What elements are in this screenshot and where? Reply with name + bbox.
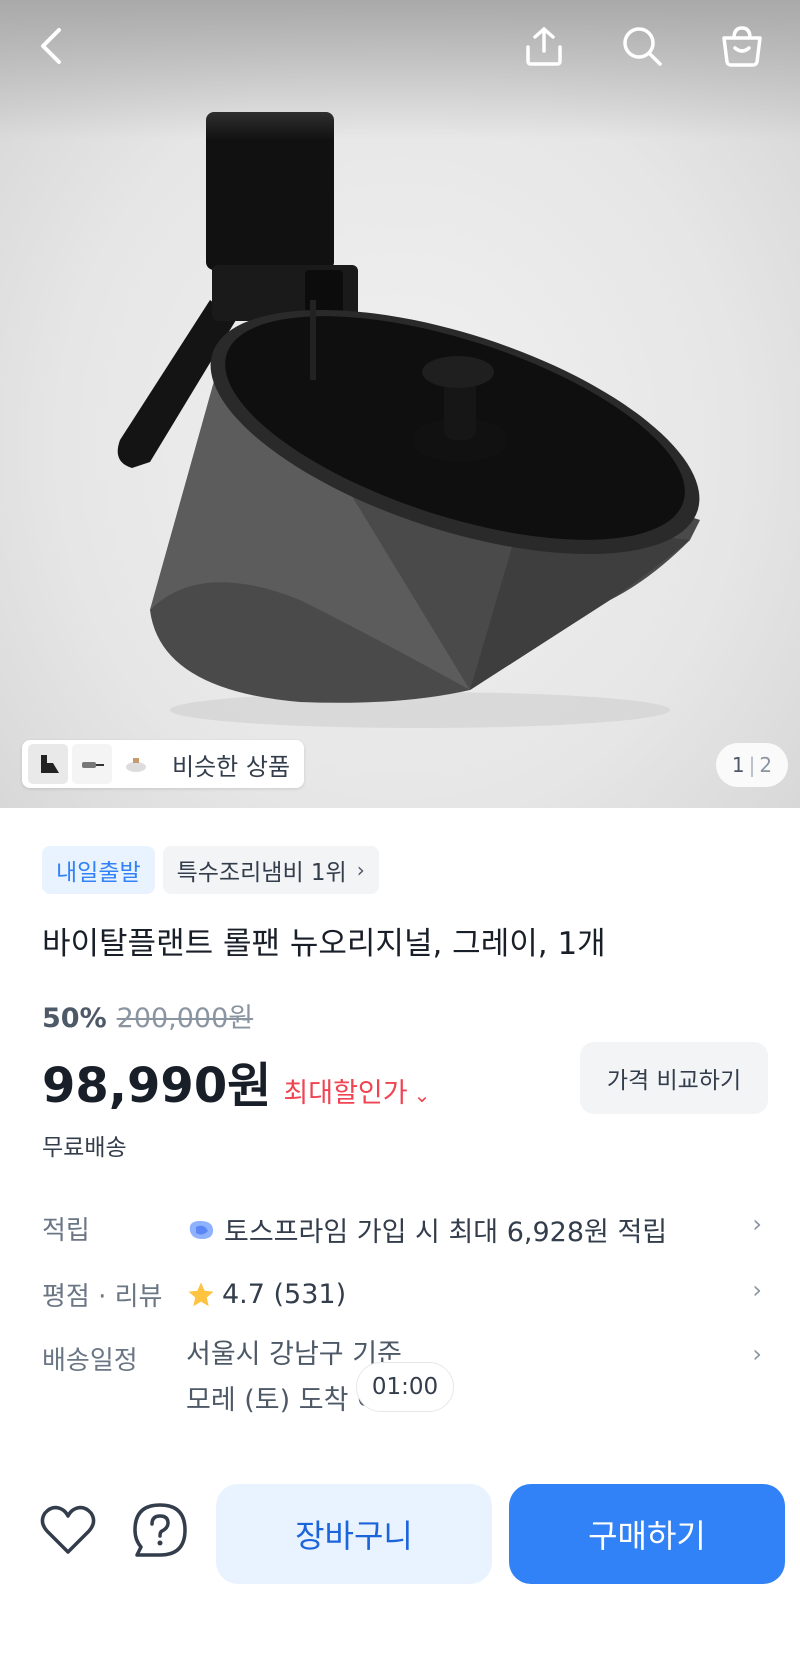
similar-thumb-2 (72, 744, 112, 784)
rating-label: 평점 · 리뷰 (42, 1282, 163, 1312)
timer-badge: 01:00 (356, 1362, 454, 1412)
share-icon (526, 27, 562, 66)
chevron-right-icon: › (752, 1340, 762, 1368)
points-row[interactable]: 적립 토스프라임 가입 시 최대 6,928원 적립 › (42, 1210, 772, 1249)
points-value: 토스프라임 가입 시 최대 6,928원 적립 (224, 1217, 668, 1248)
ranking-badge-label: 특수조리냄비 1위 (176, 860, 347, 886)
rating-value: 4.7 (531) (222, 1279, 347, 1310)
pager-separator: | (748, 753, 756, 777)
max-discount-toggle[interactable]: 최대할인가 ⌄ (283, 1071, 430, 1110)
pager-total: 2 (759, 753, 773, 777)
discount-rate: 50% (42, 1003, 107, 1034)
price-compare-button[interactable]: 가격 비교하기 (580, 1042, 768, 1114)
inquiry-button[interactable] (128, 1498, 192, 1562)
points-label: 적립 (42, 1216, 90, 1246)
badge-row: 내일출발 특수조리냄비 1위 › (42, 846, 379, 894)
question-icon (133, 1503, 187, 1557)
similar-products-label: 비슷한 상품 (172, 752, 291, 781)
price-row: 98,990원 최대할인가 ⌄ (42, 1046, 430, 1116)
rating-row[interactable]: 평점 · 리뷰 4.7 (531) › (42, 1276, 772, 1313)
search-button[interactable] (614, 18, 670, 74)
image-pager: 1 | 2 (716, 743, 788, 787)
back-button[interactable] (24, 18, 80, 74)
pager-current: 1 (731, 753, 745, 777)
discount-row: 50% 200,000원 (42, 996, 253, 1035)
add-to-cart-label: 장바구니 (295, 1517, 413, 1555)
back-arrow-icon (41, 28, 61, 64)
points-value-wrap: 토스프라임 가입 시 최대 6,928원 적립 (186, 1210, 667, 1249)
bottom-action-bar: 장바구니 구매하기 (0, 1470, 800, 1653)
wishlist-button[interactable] (36, 1498, 100, 1562)
original-price: 200,000원 (116, 1003, 254, 1034)
price-compare-label: 가격 비교하기 (606, 1068, 742, 1094)
search-icon (623, 27, 662, 66)
max-discount-label: 최대할인가 (283, 1078, 408, 1109)
buy-now-label: 구매하기 (588, 1517, 706, 1555)
cart-bag-button[interactable] (714, 18, 770, 74)
chevron-down-icon: ⌄ (413, 1083, 431, 1107)
shipping-fee: 무료배송 (42, 1135, 127, 1161)
add-to-cart-button[interactable]: 장바구니 (216, 1484, 492, 1584)
chevron-right-icon: › (356, 858, 365, 882)
share-button[interactable] (516, 18, 572, 74)
chevron-right-icon: › (752, 1276, 762, 1304)
delivery-badge: 내일출발 (42, 846, 155, 894)
heart-icon (40, 1505, 96, 1554)
buy-now-button[interactable]: 구매하기 (509, 1484, 785, 1584)
product-image-area[interactable]: 비슷한 상품 1 | 2 (0, 0, 800, 808)
sale-price: 98,990원 (42, 1058, 272, 1114)
similar-thumb-3 (116, 744, 156, 784)
rating-value-wrap: 4.7 (531) (186, 1276, 346, 1313)
shopping-bag-icon (722, 26, 762, 67)
similar-thumb-1 (28, 744, 68, 784)
ranking-badge[interactable]: 특수조리냄비 1위 › (162, 846, 379, 894)
product-title: 바이탈플랜트 롤팬 뉴오리지널, 그레이, 1개 (42, 926, 606, 962)
star-icon (188, 1282, 214, 1306)
top-gradient (0, 0, 800, 140)
toss-prime-icon (189, 1220, 214, 1239)
delivery-badge-label: 내일출발 (56, 860, 141, 886)
similar-products-button[interactable]: 비슷한 상품 (22, 740, 304, 788)
chevron-right-icon: › (752, 1210, 762, 1238)
